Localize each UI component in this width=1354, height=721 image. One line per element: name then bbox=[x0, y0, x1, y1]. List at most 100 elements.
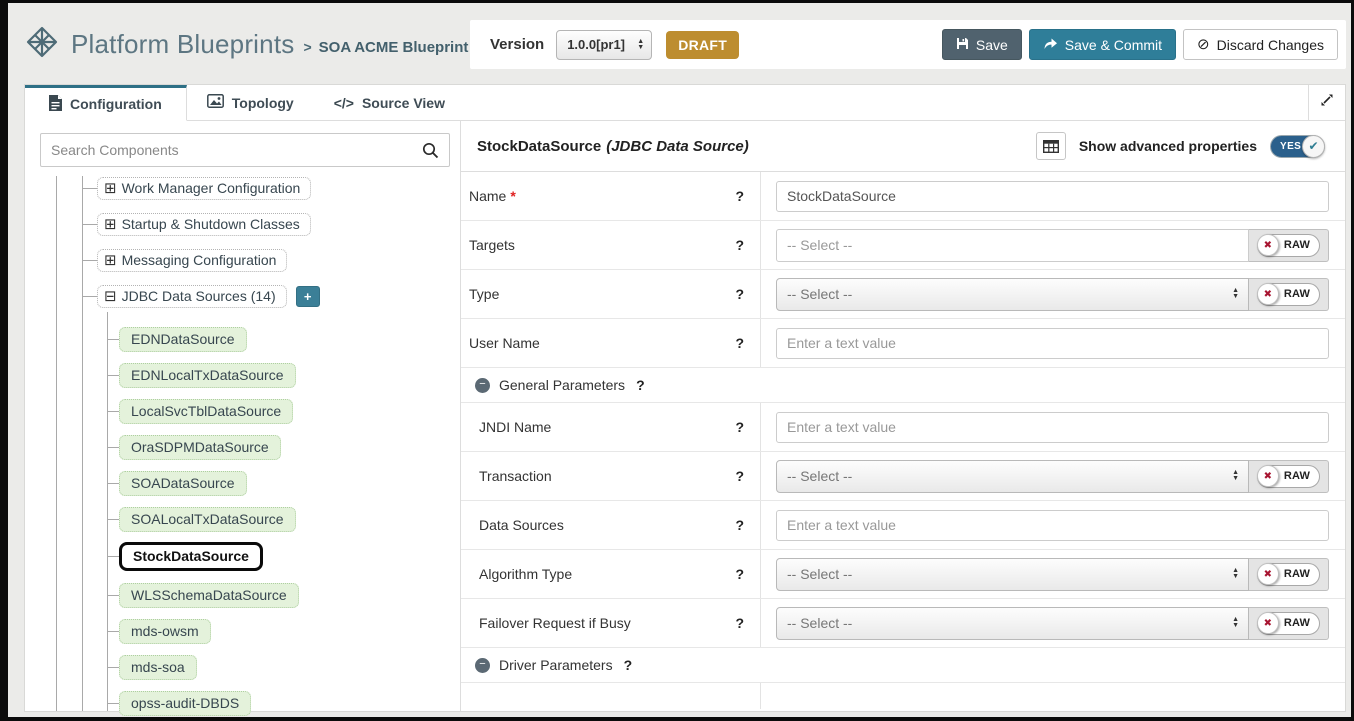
tree-leaf: mds-owsm bbox=[107, 619, 211, 644]
stepper-icon: ▲▼ bbox=[1232, 568, 1239, 580]
platform-blueprints-logo-icon bbox=[25, 26, 59, 63]
stepper-icon: ▲▼ bbox=[1232, 470, 1239, 482]
help-icon[interactable]: ? bbox=[636, 377, 645, 393]
data-sources-input[interactable] bbox=[776, 510, 1329, 541]
raw-toggle[interactable]: ✖ RAW bbox=[1257, 612, 1320, 635]
expand-diagonal-icon bbox=[1320, 93, 1334, 112]
search-icon[interactable] bbox=[422, 142, 439, 159]
help-icon[interactable]: ? bbox=[735, 286, 744, 302]
tree-leaf-opss-audit-dbds[interactable]: opss-audit-DBDS bbox=[119, 691, 251, 716]
transaction-select[interactable]: -- Select -- ▲▼ bbox=[776, 460, 1249, 493]
form-row-name: Name * ? bbox=[461, 172, 1345, 221]
help-icon[interactable]: ? bbox=[735, 615, 744, 631]
jndi-name-input[interactable] bbox=[776, 412, 1329, 443]
raw-toggle[interactable]: ✖ RAW bbox=[1257, 234, 1320, 257]
collapse-minus-icon[interactable]: ⊟ bbox=[104, 289, 117, 304]
floppy-icon bbox=[956, 37, 969, 53]
help-icon[interactable]: ? bbox=[735, 188, 744, 204]
x-icon: ✖ bbox=[1264, 569, 1272, 580]
algorithm-type-select[interactable]: -- Select -- ▲▼ bbox=[776, 558, 1249, 591]
tree-leaf: LocalSvcTblDataSource bbox=[107, 399, 293, 424]
tree-node-jdbc-data-sources: ⊟ JDBC Data Sources (14) + bbox=[82, 285, 320, 308]
help-icon[interactable]: ? bbox=[735, 517, 744, 533]
tab-configuration[interactable]: Configuration bbox=[25, 85, 187, 121]
required-marker: * bbox=[510, 188, 515, 204]
raw-addon: ✖ RAW bbox=[1249, 460, 1329, 493]
save-button[interactable]: Save bbox=[942, 29, 1022, 60]
raw-toggle[interactable]: ✖ RAW bbox=[1257, 283, 1320, 306]
section-driver-parameters: − Driver Parameters ? bbox=[461, 648, 1345, 683]
discard-changes-button[interactable]: ⊘ Discard Changes bbox=[1183, 29, 1338, 60]
image-icon bbox=[207, 94, 224, 111]
targets-picker[interactable] bbox=[776, 229, 1249, 262]
help-icon[interactable]: ? bbox=[624, 657, 633, 673]
form-row-user-name: User Name ? bbox=[461, 319, 1345, 368]
tree-line bbox=[56, 176, 57, 711]
x-icon: ✖ bbox=[1264, 618, 1272, 629]
help-icon[interactable]: ? bbox=[735, 335, 744, 351]
tab-source-view[interactable]: </> Source View bbox=[314, 85, 465, 120]
tree-leaf-mds-owsm[interactable]: mds-owsm bbox=[119, 619, 211, 644]
expand-plus-icon[interactable]: ⊞ bbox=[104, 217, 117, 232]
advanced-properties-toggle[interactable]: YES ✔ bbox=[1270, 135, 1325, 158]
tree-leaf-ednlocaltxdatasource[interactable]: EDNLocalTxDataSource bbox=[119, 363, 296, 388]
tree-node-work-manager: ⊞ Work Manager Configuration bbox=[82, 177, 311, 200]
tab-topology[interactable]: Topology bbox=[187, 85, 314, 120]
version-label: Version bbox=[490, 36, 544, 53]
table-view-button[interactable] bbox=[1036, 132, 1066, 160]
expand-plus-icon[interactable]: ⊞ bbox=[104, 253, 117, 268]
add-datasource-button[interactable]: + bbox=[296, 286, 320, 307]
tree-leaf: SOALocalTxDataSource bbox=[107, 507, 296, 532]
x-icon: ✖ bbox=[1264, 240, 1272, 251]
tree-leaf: EDNDataSource bbox=[107, 327, 247, 352]
raw-toggle[interactable]: ✖ RAW bbox=[1257, 465, 1320, 488]
detail-panel: StockDataSource(JDBC Data Source) Show a… bbox=[460, 121, 1345, 711]
collapse-section-icon[interactable]: − bbox=[475, 378, 490, 393]
status-badge: DRAFT bbox=[666, 31, 739, 59]
tree-leaf: EDNLocalTxDataSource bbox=[107, 363, 296, 388]
tab-bar: Configuration Topology </> Source View bbox=[25, 85, 1345, 121]
no-entry-icon: ⊘ bbox=[1197, 37, 1210, 52]
failover-select[interactable]: -- Select -- ▲▼ bbox=[776, 607, 1249, 640]
content-panel: Configuration Topology </> Source View bbox=[25, 85, 1345, 711]
type-select[interactable]: -- Select -- ▲▼ bbox=[776, 278, 1249, 311]
form-row-jndi-name: JNDI Name ? bbox=[461, 403, 1345, 452]
collapse-section-icon[interactable]: − bbox=[475, 658, 490, 673]
tree-leaf-stockdatasource-selected[interactable]: StockDataSource bbox=[119, 542, 263, 571]
form-row-targets: Targets ? ✖ RAW bbox=[461, 221, 1345, 270]
tree-leaf-wlsschemadatasource[interactable]: WLSSchemaDataSource bbox=[119, 583, 299, 608]
expand-plus-icon[interactable]: ⊞ bbox=[104, 181, 117, 196]
tree-leaf-soalocaltxdatasource[interactable]: SOALocalTxDataSource bbox=[119, 507, 296, 532]
search-input[interactable] bbox=[41, 142, 422, 158]
tree-leaf-localsvctbldatasource[interactable]: LocalSvcTblDataSource bbox=[119, 399, 293, 424]
x-icon: ✖ bbox=[1264, 289, 1272, 300]
document-icon bbox=[49, 95, 62, 114]
tree-leaf-orasdpmdatasource[interactable]: OraSDPMDataSource bbox=[119, 435, 281, 460]
form-row-type: Type ? -- Select -- ▲▼ bbox=[461, 270, 1345, 319]
tree-leaf: OraSDPMDataSource bbox=[107, 435, 281, 460]
stepper-icon: ▲▼ bbox=[1232, 288, 1239, 300]
tree-leaf-edndatasource[interactable]: EDNDataSource bbox=[119, 327, 247, 352]
expand-panel-button[interactable] bbox=[1308, 85, 1345, 120]
commit-arrow-icon bbox=[1043, 37, 1058, 53]
save-commit-button[interactable]: Save & Commit bbox=[1029, 29, 1176, 60]
code-icon: </> bbox=[334, 95, 354, 111]
component-tree-panel: ⊞ Work Manager Configuration ⊞ Startup &… bbox=[25, 121, 460, 711]
help-icon[interactable]: ? bbox=[735, 419, 744, 435]
raw-toggle[interactable]: ✖ RAW bbox=[1257, 563, 1320, 586]
raw-addon: ✖ RAW bbox=[1249, 607, 1329, 640]
detail-header: StockDataSource(JDBC Data Source) Show a… bbox=[461, 121, 1345, 172]
tree-leaf-mds-soa[interactable]: mds-soa bbox=[119, 655, 197, 680]
tree-leaf-soadatasource[interactable]: SOADataSource bbox=[119, 471, 247, 496]
help-icon[interactable]: ? bbox=[735, 468, 744, 484]
help-icon[interactable]: ? bbox=[735, 566, 744, 582]
stepper-icon: ▲▼ bbox=[637, 39, 644, 51]
version-select[interactable]: 1.0.0[pr1] ▲▼ bbox=[556, 30, 652, 60]
form-row-clipped bbox=[461, 683, 1345, 709]
check-icon: ✔ bbox=[1308, 139, 1318, 153]
user-name-input[interactable] bbox=[776, 328, 1329, 359]
name-input[interactable] bbox=[776, 181, 1329, 212]
x-icon: ✖ bbox=[1264, 471, 1272, 482]
help-icon[interactable]: ? bbox=[735, 237, 744, 253]
breadcrumb-blueprint[interactable]: SOA ACME Blueprint bbox=[319, 39, 469, 56]
